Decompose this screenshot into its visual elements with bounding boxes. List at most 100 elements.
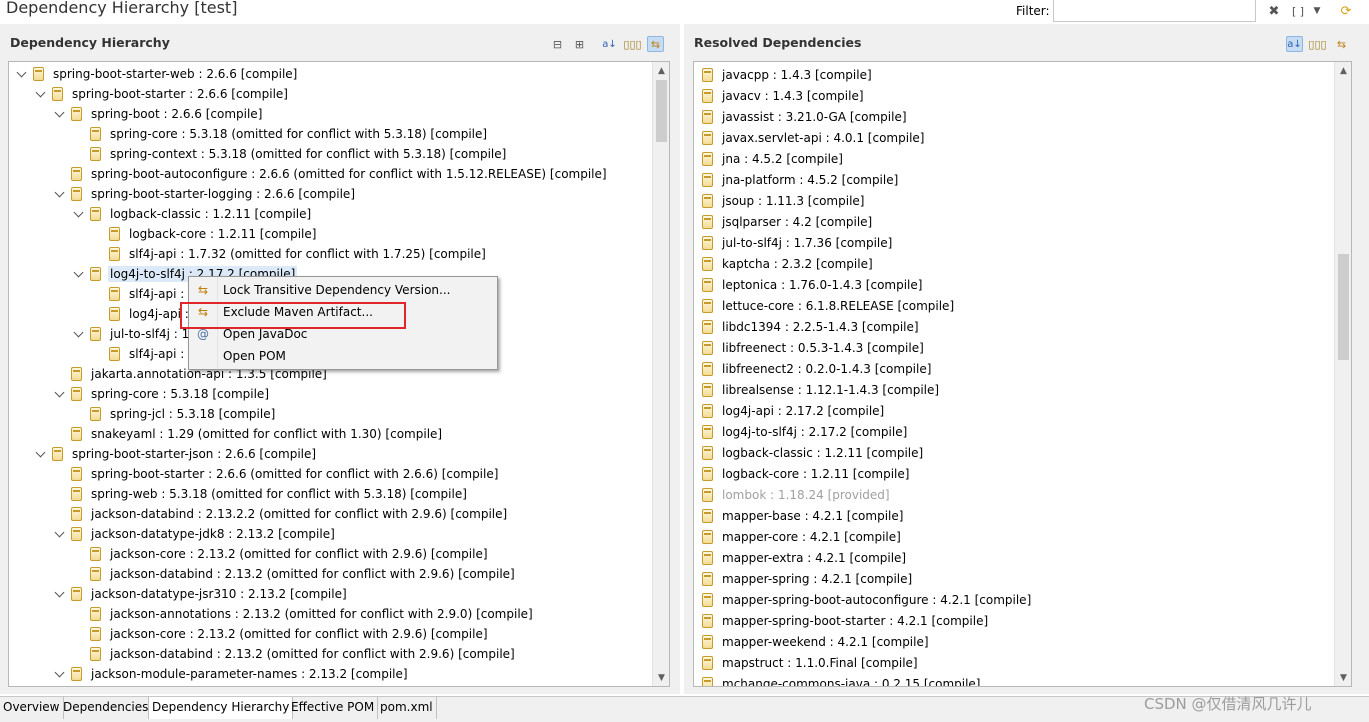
- tab-dependency-hierarchy[interactable]: Dependency Hierarchy: [148, 697, 294, 719]
- menu-item-lock-version[interactable]: ⇆ Lock Transitive Dependency Version...: [189, 279, 497, 301]
- scroll-down-icon[interactable]: ▼: [1335, 669, 1351, 686]
- tree-item[interactable]: jackson-datatype-jdk8 : 2.13.2 [compile]: [55, 524, 337, 544]
- chevron-down-icon[interactable]: [74, 209, 84, 219]
- tree-item[interactable]: spring-boot : 2.6.6 [compile]: [55, 104, 264, 124]
- resolved-dependencies-list[interactable]: javacpp : 1.4.3 [compile] javacv : 1.4.3 …: [693, 61, 1352, 687]
- list-item[interactable]: logback-classic : 1.2.11 [compile]: [702, 443, 925, 463]
- list-item[interactable]: libdc1394 : 2.2.5-1.4.3 [compile]: [702, 317, 921, 337]
- list-item[interactable]: mapper-base : 4.2.1 [compile]: [702, 506, 905, 526]
- list-item[interactable]: mapstruct : 1.1.0.Final [compile]: [702, 653, 920, 673]
- tree-scrollbar[interactable]: ▲ ▼: [652, 62, 669, 686]
- list-item[interactable]: mapper-spring-boot-autoconfigure : 4.2.1…: [702, 590, 1033, 610]
- tree-item[interactable]: jackson-module-parameter-names : 2.13.2 …: [55, 664, 410, 684]
- filter-input[interactable]: [1053, 0, 1256, 22]
- tree-item[interactable]: logback-classic : 1.2.11 [compile]: [74, 204, 313, 224]
- list-item[interactable]: kaptcha : 2.3.2 [compile]: [702, 254, 875, 274]
- scroll-up-icon[interactable]: ▲: [1335, 62, 1351, 79]
- resolved-scrollbar[interactable]: ▲ ▼: [1334, 62, 1351, 686]
- list-item[interactable]: librealsense : 1.12.1-1.4.3 [compile]: [702, 380, 941, 400]
- list-item[interactable]: javacpp : 1.4.3 [compile]: [702, 65, 874, 85]
- chevron-down-icon[interactable]: [55, 189, 65, 199]
- menu-item-label: Open JavaDoc: [223, 327, 308, 341]
- tree-item[interactable]: spring-boot-starter-json : 2.6.6 [compil…: [36, 444, 318, 464]
- list-item[interactable]: log4j-to-slf4j : 2.17.2 [compile]: [702, 422, 909, 442]
- tree-item[interactable]: spring-jcl : 5.3.18 [compile]: [74, 404, 277, 424]
- tree-item[interactable]: spring-core : 5.3.18 [compile]: [55, 384, 271, 404]
- chevron-down-icon[interactable]: [74, 269, 84, 279]
- list-item[interactable]: mapper-weekend : 4.2.1 [compile]: [702, 632, 931, 652]
- tree-item[interactable]: jackson-core : 2.13.2 (omitted for confl…: [74, 624, 490, 644]
- collapse-all-icon[interactable]: ⊟: [549, 36, 566, 52]
- scroll-thumb[interactable]: [656, 80, 667, 142]
- menu-item-open-pom[interactable]: Open POM: [189, 345, 497, 367]
- show-conflicts-icon[interactable]: ⇆: [647, 36, 664, 52]
- list-item[interactable]: mapper-extra : 4.2.1 [compile]: [702, 548, 908, 568]
- list-item[interactable]: mchange-commons-java : 0.2.15 [compile]: [702, 674, 983, 686]
- tree-item[interactable]: snakeyaml : 1.29 (omitted for conflict w…: [55, 424, 444, 444]
- list-item[interactable]: jul-to-slf4j : 1.7.36 [compile]: [702, 233, 894, 253]
- tree-item[interactable]: jackson-databind : 2.13.2 (omitted for c…: [74, 644, 517, 664]
- list-item[interactable]: mapper-spring-boot-starter : 4.2.1 [comp…: [702, 611, 990, 631]
- list-item[interactable]: javacv : 1.4.3 [compile]: [702, 86, 866, 106]
- refresh-icon[interactable]: ⟳: [1337, 2, 1355, 20]
- list-item[interactable]: javax.servlet-api : 4.0.1 [compile]: [702, 128, 926, 148]
- tree-item[interactable]: spring-boot-starter : 2.6.6 (omitted for…: [55, 464, 500, 484]
- tree-item-label: logback-classic : 1.2.11 [compile]: [110, 207, 312, 221]
- list-item-label: leptonica : 1.76.0-1.4.3 [compile]: [722, 278, 923, 292]
- scroll-thumb[interactable]: [1338, 254, 1349, 360]
- list-item[interactable]: javassist : 3.21.0-GA [compile]: [702, 107, 909, 127]
- scroll-down-icon[interactable]: ▼: [653, 669, 669, 686]
- dependency-tree[interactable]: spring-boot-starter-web : 2.6.6 [compile…: [8, 61, 670, 687]
- chevron-down-icon[interactable]: [55, 589, 65, 599]
- tree-item[interactable]: slf4j-api : 1.7.32 (omitted for conflict…: [93, 244, 488, 264]
- tree-item[interactable]: jackson-databind : 2.13.2.2 (omitted for…: [55, 504, 509, 524]
- chevron-down-icon[interactable]: [17, 69, 27, 79]
- list-item[interactable]: jsoup : 1.11.3 [compile]: [702, 191, 866, 211]
- list-item[interactable]: libfreenect2 : 0.2.0-1.4.3 [compile]: [702, 359, 933, 379]
- chevron-down-icon[interactable]: [55, 389, 65, 399]
- tree-item[interactable]: spring-boot-starter : 2.6.6 [compile]: [36, 84, 290, 104]
- list-item[interactable]: logback-core : 1.2.11 [compile]: [702, 464, 911, 484]
- tree-item[interactable]: spring-context : 5.3.18 (omitted for con…: [74, 144, 508, 164]
- list-item[interactable]: libfreenect : 0.5.3-1.4.3 [compile]: [702, 338, 926, 358]
- tab-dependencies[interactable]: Dependencies: [60, 697, 153, 719]
- show-group-id-icon[interactable]: ▯▯▯: [623, 36, 641, 52]
- expand-all-icon[interactable]: ⊞: [571, 36, 588, 52]
- show-conflicts-icon[interactable]: ⇆: [1333, 36, 1350, 52]
- brackets-icon[interactable]: [ ]: [1289, 2, 1307, 20]
- tree-item[interactable]: spring-web : 5.3.18 (omitted for conflic…: [55, 484, 469, 504]
- chevron-down-icon[interactable]: [36, 89, 46, 99]
- chevron-down-icon[interactable]: [55, 669, 65, 679]
- list-item[interactable]: jna : 4.5.2 [compile]: [702, 149, 845, 169]
- clear-filter-icon[interactable]: ✖: [1265, 2, 1283, 20]
- show-group-id-icon[interactable]: ▯▯▯: [1308, 36, 1326, 52]
- list-item[interactable]: log4j-api : 2.17.2 [compile]: [702, 401, 886, 421]
- sort-alphabetical-icon[interactable]: a↓: [601, 36, 618, 52]
- tree-item[interactable]: jackson-annotations : 2.13.2 (omitted fo…: [74, 604, 535, 624]
- list-item[interactable]: mapper-spring : 4.2.1 [compile]: [702, 569, 914, 589]
- sort-alphabetical-icon[interactable]: a↓: [1286, 36, 1303, 52]
- tree-item[interactable]: spring-boot-autoconfigure : 2.6.6 (omitt…: [55, 164, 609, 184]
- tree-item[interactable]: jackson-datatype-jsr310 : 2.13.2 [compil…: [55, 584, 349, 604]
- tab-effective-pom[interactable]: Effective POM: [288, 697, 379, 719]
- tree-item[interactable]: logback-core : 1.2.11 [compile]: [93, 224, 318, 244]
- chevron-down-icon[interactable]: [36, 449, 46, 459]
- chevron-down-icon[interactable]: [55, 529, 65, 539]
- list-item[interactable]: lettuce-core : 6.1.8.RELEASE [compile]: [702, 296, 956, 316]
- list-item[interactable]: jna-platform : 4.5.2 [compile]: [702, 170, 900, 190]
- tab-overview[interactable]: Overview: [0, 697, 64, 719]
- chevron-down-icon[interactable]: ▼: [1308, 2, 1326, 20]
- chevron-down-icon[interactable]: [55, 109, 65, 119]
- tree-item[interactable]: spring-boot-starter-web : 2.6.6 [compile…: [17, 64, 299, 84]
- tree-item[interactable]: spring-core : 5.3.18 (omitted for confli…: [74, 124, 489, 144]
- scroll-up-icon[interactable]: ▲: [653, 62, 669, 79]
- list-item[interactable]: lombok : 1.18.24 [provided]: [702, 485, 892, 505]
- chevron-down-icon[interactable]: [74, 329, 84, 339]
- tree-item[interactable]: jackson-core : 2.13.2 (omitted for confl…: [74, 544, 490, 564]
- list-item[interactable]: mapper-core : 4.2.1 [compile]: [702, 527, 903, 547]
- list-item[interactable]: leptonica : 1.76.0-1.4.3 [compile]: [702, 275, 924, 295]
- list-item[interactable]: jsqlparser : 4.2 [compile]: [702, 212, 874, 232]
- tab-pom-xml[interactable]: pom.xml: [377, 697, 437, 719]
- tree-item[interactable]: spring-boot-starter-logging : 2.6.6 [com…: [55, 184, 357, 204]
- tree-item[interactable]: jackson-databind : 2.13.2 (omitted for c…: [74, 564, 517, 584]
